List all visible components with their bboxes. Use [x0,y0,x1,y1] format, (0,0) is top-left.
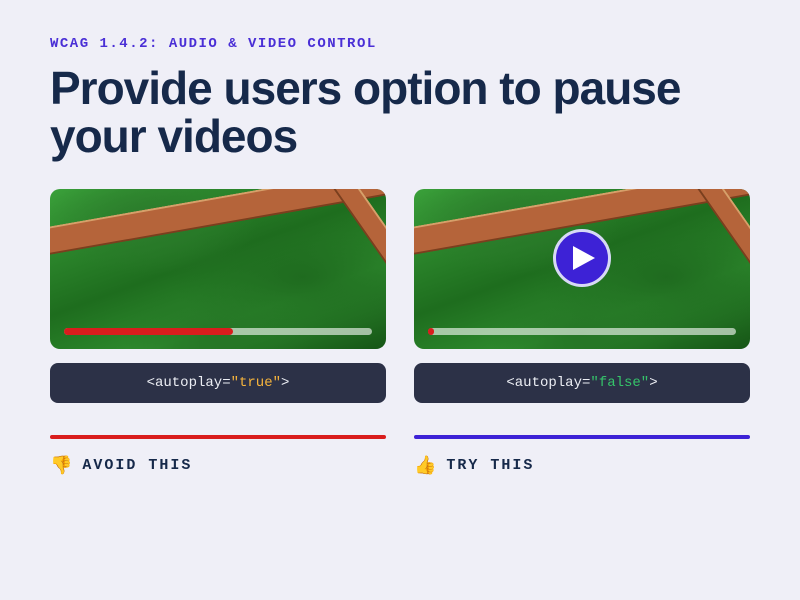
road-graphic [281,189,386,349]
code-suffix: > [281,375,289,391]
video-progress-fill [428,328,434,335]
video-thumbnail-try [414,189,750,349]
divider-try [414,435,750,439]
verdict-avoid: 👎 AVOID THIS [50,455,386,476]
example-try: <autoplay="false"> 👍 TRY THIS [414,189,750,476]
verdict-try: 👍 TRY THIS [414,455,750,476]
road-graphic [50,189,386,271]
code-value: "true" [231,375,281,391]
code-snippet-try: <autoplay="false"> [414,363,750,403]
verdict-label: AVOID THIS [82,457,192,474]
code-prefix: <autoplay= [506,375,590,391]
video-progress-fill [64,328,233,335]
road-graphic [645,189,750,349]
code-prefix: <autoplay= [147,375,231,391]
code-value: "false" [590,375,649,391]
example-avoid: <autoplay="true"> 👎 AVOID THIS [50,189,386,476]
thumbs-up-icon: 👍 [414,455,436,476]
example-row: <autoplay="true"> 👎 AVOID THIS <autoplay… [50,189,750,476]
play-button[interactable] [553,229,611,287]
video-progress-track[interactable] [64,328,372,335]
code-suffix: > [649,375,657,391]
video-progress-track[interactable] [428,328,736,335]
wcag-eyebrow: WCAG 1.4.2: AUDIO & VIDEO CONTROL [50,36,750,52]
play-icon [573,246,595,270]
code-snippet-avoid: <autoplay="true"> [50,363,386,403]
verdict-label: TRY THIS [446,457,534,474]
page-title: Provide users option to pause your video… [50,64,750,161]
divider-avoid [50,435,386,439]
thumbs-down-icon: 👎 [50,455,72,476]
video-thumbnail-avoid [50,189,386,349]
